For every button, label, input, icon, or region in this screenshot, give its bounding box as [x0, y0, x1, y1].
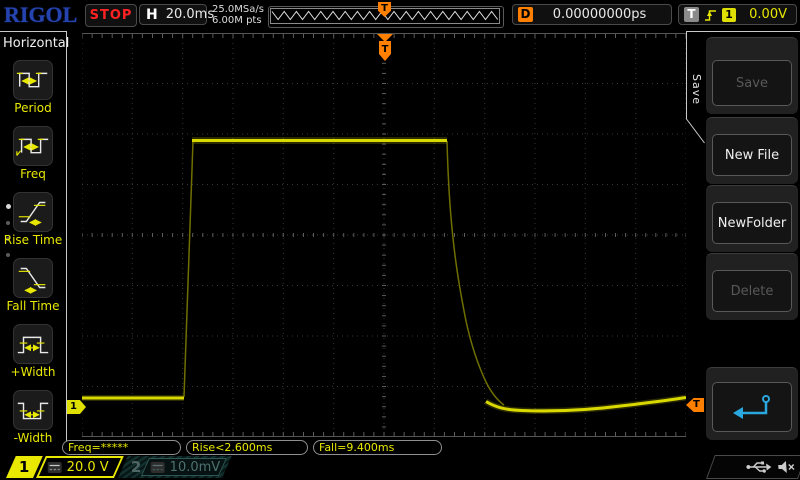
trigger-position-label: T	[382, 44, 389, 55]
left-menu-title: Horizontal	[3, 36, 70, 51]
timebase-value: 20.0ms	[165, 7, 215, 22]
menu-item-rise-time-label[interactable]: Rise Time	[0, 233, 66, 247]
menu-item-pos-width-label[interactable]: +Width	[0, 365, 66, 379]
dc-coupling-icon	[151, 461, 166, 473]
menu-item-pos-width[interactable]	[13, 324, 53, 364]
measurement-slot-fall: Fall=9.400ms	[313, 440, 442, 455]
timebase-box[interactable]: H 20.0ms	[139, 4, 214, 25]
rigol-logo: RIGOL	[4, 2, 78, 27]
menu-item-freq-label[interactable]: Freq	[0, 167, 66, 181]
neg-width-icon	[17, 402, 49, 420]
rise-time-icon	[18, 201, 46, 226]
delete-button-shell: Delete	[706, 253, 798, 320]
graticule	[82, 33, 686, 437]
measurement-slot-rise: Rise<2.600ms	[186, 440, 308, 455]
menu-item-freq[interactable]	[13, 126, 53, 166]
return-button-shell	[706, 367, 798, 440]
trigger-label: T	[684, 7, 699, 22]
fall-time-icon	[18, 267, 46, 294]
new-file-button-shell: New File	[706, 117, 798, 184]
menu-item-rise-time[interactable]	[13, 192, 53, 232]
save-button-shell: Save	[706, 37, 798, 114]
new-folder-button[interactable]: NewFolder	[712, 202, 792, 244]
period-icon	[16, 72, 48, 88]
run-state-indicator[interactable]: STOP	[85, 4, 137, 27]
return-arrow-icon	[733, 395, 770, 419]
trigger-position-marker[interactable]: T	[377, 34, 393, 61]
channel2-scale: 10.0mV	[170, 459, 221, 475]
dc-coupling-icon	[47, 461, 62, 473]
menu-page-dots	[6, 192, 11, 269]
channel1-indicator[interactable]: 1 20.0 V	[6, 456, 124, 478]
oscilloscope-screen: RIGOL STOP H 20.0ms 25.0MSa/s 6.00M pts …	[0, 0, 800, 480]
channel1-scale: 20.0 V	[66, 459, 109, 475]
speaker-muted-icon[interactable]	[777, 460, 796, 474]
run-state-label: STOP	[89, 8, 133, 23]
new-folder-button-shell: NewFolder	[706, 185, 798, 252]
channel2-number: 2	[130, 458, 142, 476]
status-icon-panel	[706, 455, 800, 479]
sample-rate: 25.0MSa/s	[212, 4, 264, 15]
memory-depth: 6.00M pts	[212, 15, 262, 26]
right-menu-panel: Save New File NewFolder Delete	[704, 31, 800, 452]
delay-box[interactable]: D 0.00000000ps	[512, 4, 672, 25]
timebase-label: H	[146, 6, 158, 23]
menu-item-period[interactable]	[13, 60, 53, 100]
menu-item-neg-width-label[interactable]: -Width	[0, 431, 66, 445]
delete-button[interactable]: Delete	[712, 270, 792, 312]
waveform-display: T	[82, 33, 686, 437]
acquisition-info: 25.0MSa/s 6.00M pts	[212, 4, 264, 26]
measurement-slot-freq: Freq=*****	[62, 440, 181, 455]
return-button[interactable]	[712, 382, 792, 432]
new-file-button[interactable]: New File	[712, 134, 792, 176]
channel1-number: 1	[19, 458, 30, 476]
menu-item-neg-width[interactable]	[13, 390, 53, 430]
usb-icon[interactable]	[745, 460, 772, 474]
rising-edge-icon	[705, 9, 716, 21]
freq-icon	[16, 138, 49, 156]
trigger-box[interactable]: T 1 0.00V	[678, 4, 797, 25]
save-button[interactable]: Save	[712, 60, 792, 106]
menu-item-fall-time[interactable]	[13, 258, 53, 298]
menu-item-period-label[interactable]: Period	[0, 101, 66, 115]
delay-value: 0.00000000ps	[552, 7, 647, 22]
trigger-source-chip: 1	[722, 7, 736, 22]
delay-label: D	[518, 7, 533, 22]
channel2-indicator[interactable]: 2 10.0mV	[118, 456, 233, 478]
pos-width-icon	[17, 336, 49, 354]
trigger-level-value: 0.00V	[749, 7, 787, 22]
menu-item-fall-time-label[interactable]: Fall Time	[0, 299, 66, 313]
save-tab-label: Save	[690, 74, 703, 106]
